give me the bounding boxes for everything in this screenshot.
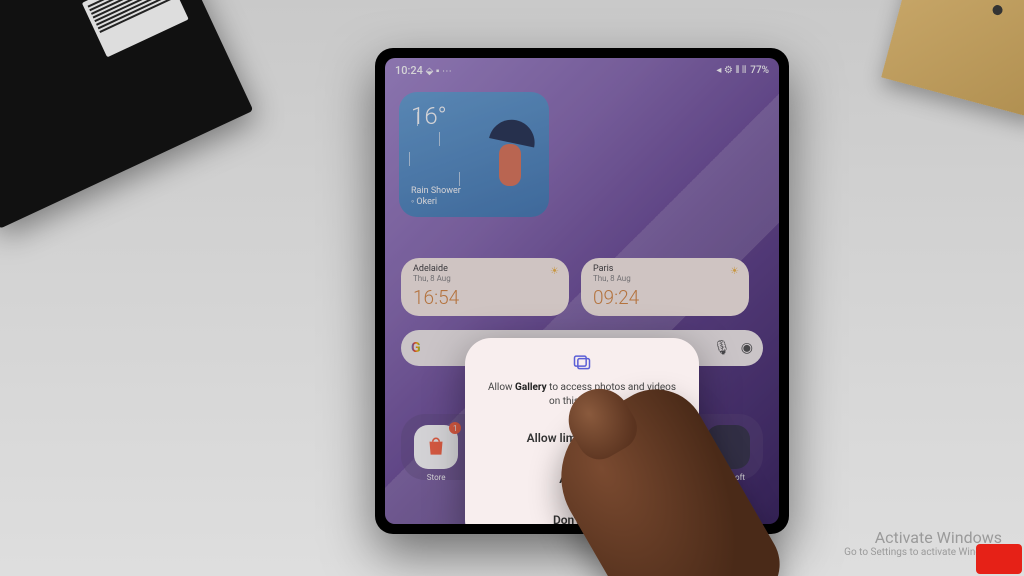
youtube-subscribe-chip (976, 544, 1022, 574)
gallery-permission-icon (479, 352, 685, 377)
barcode-icon (82, 0, 189, 57)
desk-scene: Galaxy Z Fold6 10:24 ⬙ ▪ ⋯ ◂ ⚙ ⫴ ⫴ 77% (0, 0, 1024, 576)
wooden-block (881, 0, 1024, 119)
product-box: Galaxy Z Fold6 (0, 0, 253, 229)
